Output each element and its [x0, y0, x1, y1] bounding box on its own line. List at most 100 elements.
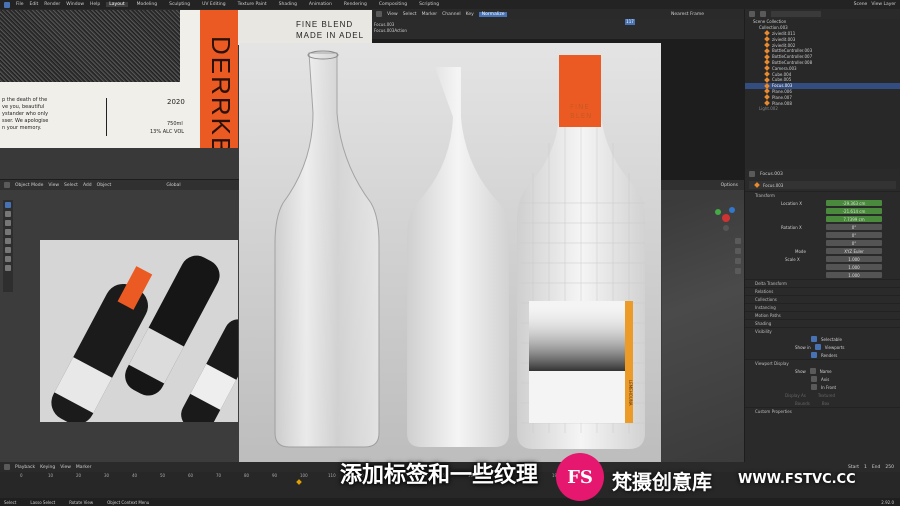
- camera-view-icon[interactable]: [735, 258, 741, 264]
- panel-instancing[interactable]: Instancing: [745, 303, 900, 311]
- timeline-menu-marker[interactable]: Marker: [76, 465, 92, 470]
- checkbox-icon[interactable]: [809, 368, 816, 374]
- rotation-mode-dropdown[interactable]: XYZ Euler: [826, 248, 882, 254]
- timeline-menu-playback[interactable]: Playback: [15, 465, 35, 470]
- measure-tool-icon[interactable]: [5, 265, 11, 271]
- panel-shading[interactable]: Shading: [745, 319, 900, 327]
- properties-object-name: Focus.003: [760, 171, 783, 177]
- dopesheet-menu-key[interactable]: Key: [466, 12, 474, 17]
- workspace-tab-uv-editing[interactable]: UV Editing: [199, 2, 228, 7]
- workspace-tab-sculpting[interactable]: Sculpting: [166, 2, 193, 7]
- checkbox-icon[interactable]: [811, 336, 817, 342]
- channel-row[interactable]: Focus.003Action: [374, 28, 407, 34]
- outliner-row[interactable]: Light.002: [745, 106, 900, 112]
- logo-letters: FS: [567, 466, 593, 488]
- end-frame-field[interactable]: 250: [885, 465, 894, 470]
- timeline-menu-keying[interactable]: Keying: [40, 465, 55, 470]
- cursor-tool-icon[interactable]: [5, 211, 11, 217]
- perspective-grid-icon[interactable]: [735, 268, 741, 274]
- keyframe-marker[interactable]: [296, 479, 302, 485]
- location-x-field[interactable]: -29.363 cm: [826, 200, 882, 206]
- viewport-menu-view[interactable]: View: [48, 183, 59, 188]
- editor-type-icon[interactable]: [749, 171, 755, 177]
- workspace-tab-shading[interactable]: Shading: [276, 2, 300, 7]
- viewport-menu-add[interactable]: Add: [83, 183, 92, 188]
- dopesheet-editor: View Select Marker Channel Key Normalize…: [372, 9, 744, 39]
- object-mode-dropdown[interactable]: Object Mode: [15, 183, 43, 188]
- object-name-field[interactable]: Focus.003: [749, 181, 896, 189]
- view-layer-selector[interactable]: View Layer: [871, 2, 896, 7]
- transform-tool-icon[interactable]: [5, 247, 11, 253]
- editor-type-icon[interactable]: [4, 182, 10, 188]
- navigation-gizmo[interactable]: [712, 204, 740, 232]
- workspace-tab-layout[interactable]: Layout: [106, 2, 128, 7]
- location-label: Location X: [781, 200, 802, 206]
- label-body-text: p the death of the ve you, beautiful yst…: [2, 97, 48, 132]
- select-box-tool-icon[interactable]: [5, 202, 11, 208]
- filter-icon[interactable]: [760, 11, 766, 17]
- display-as-value[interactable]: Textured: [818, 393, 835, 398]
- options-dropdown[interactable]: Options: [721, 183, 738, 188]
- outliner-row-label: Plane.008: [772, 100, 792, 106]
- menu-window[interactable]: Window: [66, 2, 84, 7]
- pan-hand-icon[interactable]: [735, 248, 741, 254]
- panel-motion-paths[interactable]: Motion Paths: [745, 311, 900, 319]
- bounds-row: Bounds Box: [745, 399, 900, 407]
- rotation-x-field[interactable]: 0°: [826, 224, 882, 230]
- scale-y-field[interactable]: 1.000: [826, 264, 882, 270]
- scale-tool-icon[interactable]: [5, 238, 11, 244]
- scale-z-field[interactable]: 1.000: [826, 272, 882, 278]
- editor-type-icon[interactable]: [749, 11, 755, 17]
- workspace-tab-scripting[interactable]: Scripting: [416, 2, 442, 7]
- viewport-menu-object[interactable]: Object: [97, 183, 112, 188]
- location-z-field[interactable]: 7.7399 cm: [826, 216, 882, 222]
- menu-edit[interactable]: Edit: [30, 2, 39, 7]
- bounds-value[interactable]: Box: [822, 401, 829, 406]
- panel-visibility[interactable]: Visibility: [745, 327, 900, 335]
- dopesheet-menu-view[interactable]: View: [387, 12, 398, 17]
- status-lasso-select: Lasso Select: [30, 499, 56, 505]
- transform-panel-header[interactable]: Transform: [745, 191, 900, 199]
- workspace-tab-compositing[interactable]: Compositing: [376, 2, 410, 7]
- dopesheet-menu-channel[interactable]: Channel: [442, 12, 460, 17]
- snap-mode[interactable]: Nearest Frame: [671, 12, 704, 17]
- menu-file[interactable]: File: [16, 2, 24, 7]
- annotate-tool-icon[interactable]: [5, 256, 11, 262]
- timeline-menu-view[interactable]: View: [60, 465, 71, 470]
- scene-selector[interactable]: Scene: [854, 2, 868, 7]
- outliner-search-input[interactable]: [771, 11, 821, 17]
- editor-type-icon[interactable]: [4, 464, 10, 470]
- rotate-tool-icon[interactable]: [5, 229, 11, 235]
- panel-viewport-display[interactable]: Viewport Display: [745, 359, 900, 367]
- workspace-tab-animation[interactable]: Animation: [306, 2, 335, 7]
- panel-custom-properties[interactable]: Custom Properties: [745, 407, 900, 415]
- checkbox-icon[interactable]: [811, 352, 817, 358]
- panel-relations[interactable]: Relations: [745, 287, 900, 295]
- menu-help[interactable]: Help: [90, 2, 100, 7]
- location-y-field[interactable]: -21.614 cm: [826, 208, 882, 214]
- dopesheet-menu-select[interactable]: Select: [403, 12, 417, 17]
- transform-orientation-dropdown[interactable]: Global: [166, 183, 180, 188]
- editor-type-icon[interactable]: [376, 11, 382, 17]
- scale-x-field[interactable]: 1.000: [826, 256, 882, 262]
- normalize-toggle[interactable]: Normalize: [478, 11, 508, 17]
- panel-collections[interactable]: Collections: [745, 295, 900, 303]
- blender-logo-icon[interactable]: [4, 1, 10, 8]
- outliner-row-label: Cube.005: [772, 77, 792, 83]
- panel-delta-transform[interactable]: Delta Transform: [745, 279, 900, 287]
- checkbox-icon[interactable]: [811, 376, 817, 382]
- viewport-menu-select[interactable]: Select: [64, 183, 78, 188]
- rotation-z-field[interactable]: 0°: [826, 240, 882, 246]
- rotation-y-field[interactable]: 0°: [826, 232, 882, 238]
- current-frame-indicator[interactable]: 117: [625, 19, 635, 25]
- menu-render[interactable]: Render: [44, 2, 60, 7]
- workspace-tab-rendering[interactable]: Rendering: [341, 2, 370, 7]
- zoom-icon[interactable]: [735, 238, 741, 244]
- workspace-tab-texture-paint[interactable]: Texture Paint: [235, 2, 270, 7]
- checkbox-icon[interactable]: [814, 344, 821, 350]
- workspace-tab-modeling[interactable]: Modeling: [134, 2, 160, 7]
- checkbox-icon[interactable]: [811, 384, 817, 390]
- dopesheet-menu-marker[interactable]: Marker: [422, 12, 438, 17]
- start-frame-field[interactable]: 1: [864, 465, 867, 470]
- move-tool-icon[interactable]: [5, 220, 11, 226]
